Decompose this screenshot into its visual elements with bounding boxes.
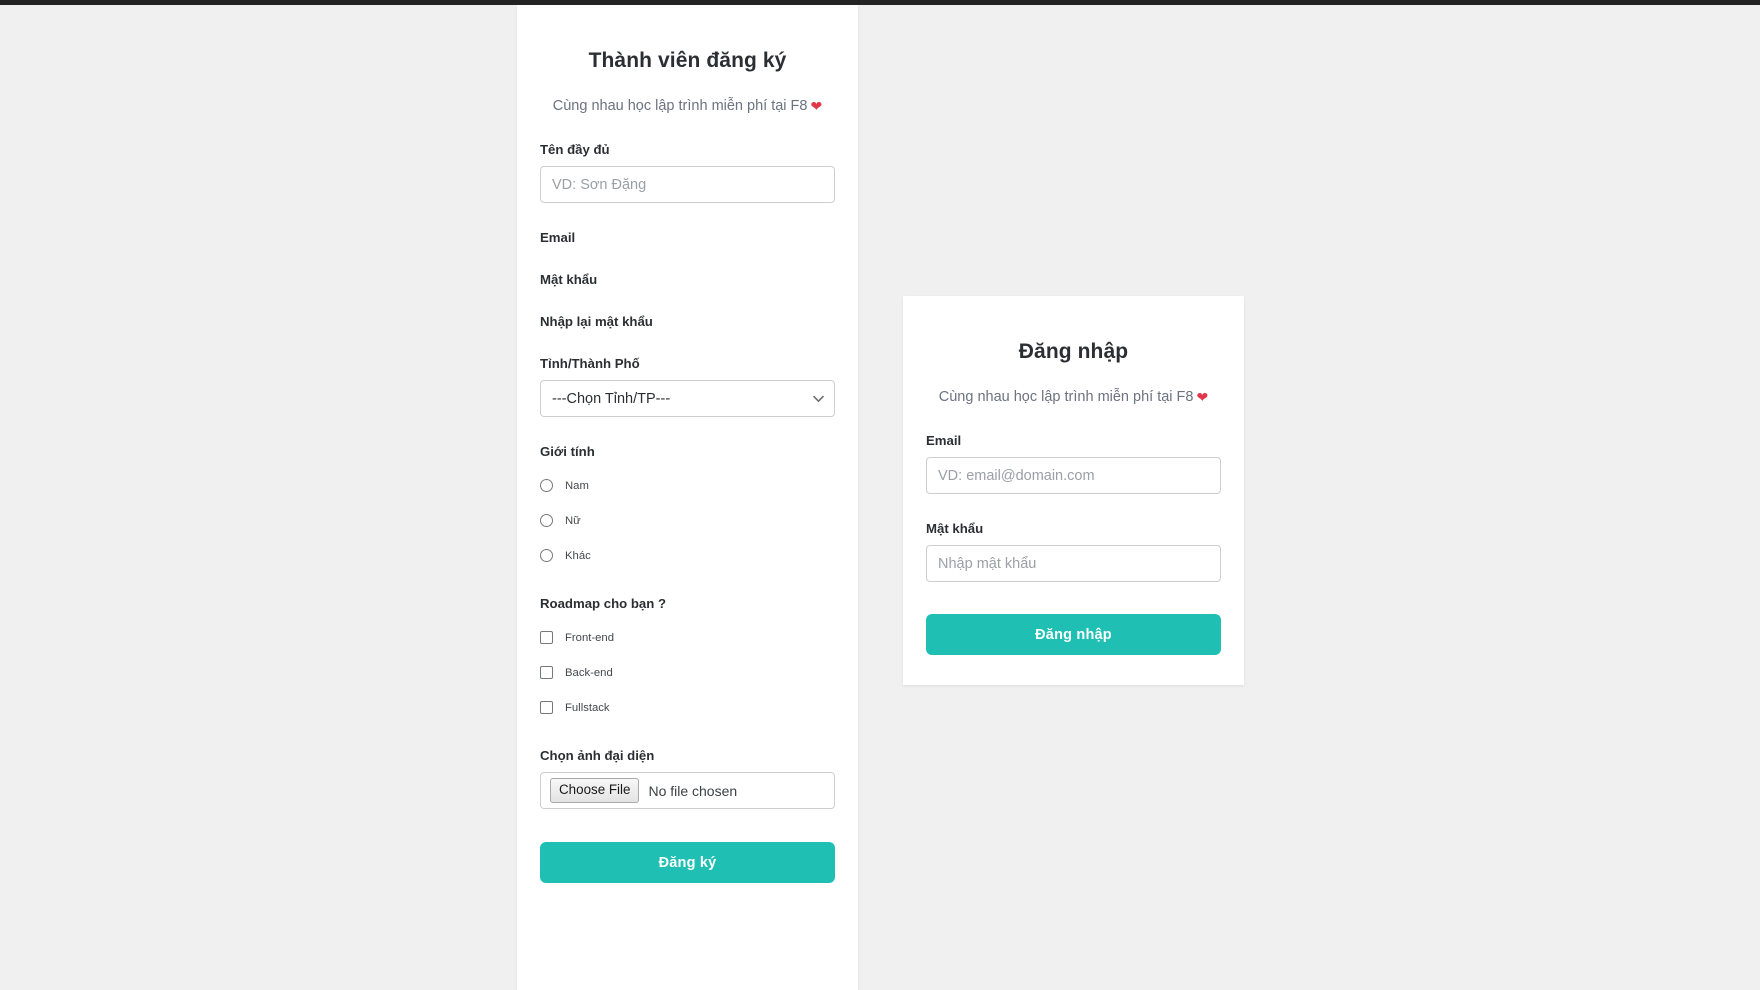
radio-icon-nu[interactable] bbox=[540, 514, 553, 527]
password-field-group: Mật khẩu bbox=[540, 272, 835, 287]
login-email-label: Email bbox=[926, 433, 962, 448]
register-submit-button[interactable]: Đăng ký bbox=[540, 842, 835, 883]
roadmap-option-label: Front-end bbox=[565, 631, 614, 644]
confirm-password-field-group: Nhập lại mật khẩu bbox=[540, 314, 835, 329]
register-card: Thành viên đăng ký Cùng nhau học lập trì… bbox=[517, 5, 858, 990]
roadmap-option-row[interactable]: Front-end bbox=[540, 631, 835, 644]
avatar-label: Chọn ảnh đại diện bbox=[540, 748, 655, 763]
roadmap-option-row[interactable]: Back-end bbox=[540, 666, 835, 679]
login-title: Đăng nhập bbox=[1018, 340, 1129, 363]
avatar-field-group: Chọn ảnh đại diện Choose File No file ch… bbox=[540, 748, 835, 809]
gender-option-row[interactable]: Khác bbox=[540, 549, 835, 562]
gender-option-row[interactable]: Nam bbox=[540, 479, 835, 492]
fullname-input[interactable] bbox=[540, 166, 835, 203]
roadmap-option-label: Back-end bbox=[565, 666, 613, 679]
login-password-input[interactable] bbox=[926, 545, 1221, 582]
login-email-input[interactable] bbox=[926, 457, 1221, 494]
browser-chrome-edge bbox=[0, 0, 1760, 5]
heart-icon: ❤ bbox=[1196, 389, 1209, 405]
avatar-file-input[interactable]: Choose File No file chosen bbox=[540, 772, 835, 809]
register-subtitle-text: Cùng nhau học lập trình miễn phí tại F8 bbox=[552, 98, 808, 114]
email-label: Email bbox=[540, 230, 576, 245]
register-subtitle: Cùng nhau học lập trình miễn phí tại F8 ❤ bbox=[540, 98, 835, 115]
heart-icon: ❤ bbox=[810, 98, 823, 114]
roadmap-field-group: Roadmap cho bạn ? Front-end Back-end Ful… bbox=[540, 596, 835, 714]
file-status-text: No file chosen bbox=[648, 782, 738, 799]
gender-option-label: Nữ bbox=[565, 514, 581, 527]
province-select-wrap: ---Chọn Tỉnh/TP--- bbox=[540, 380, 835, 417]
login-card: Đăng nhập Cùng nhau học lập trình miễn p… bbox=[903, 296, 1244, 685]
gender-option-label: Nam bbox=[565, 479, 589, 492]
login-submit-button[interactable]: Đăng nhập bbox=[926, 614, 1221, 655]
login-email-field-group: Email bbox=[926, 433, 1221, 494]
login-password-field-group: Mật khẩu bbox=[926, 521, 1221, 582]
register-title: Thành viên đăng ký bbox=[588, 49, 787, 72]
radio-icon-khac[interactable] bbox=[540, 549, 553, 562]
fullname-label: Tên đầy đủ bbox=[540, 142, 610, 157]
gender-option-label: Khác bbox=[565, 549, 591, 562]
radio-icon-nam[interactable] bbox=[540, 479, 553, 492]
province-label: Tỉnh/Thành Phố bbox=[540, 356, 640, 371]
password-label: Mật khẩu bbox=[540, 272, 598, 287]
confirm-password-label: Nhập lại mật khẩu bbox=[540, 314, 653, 329]
roadmap-label: Roadmap cho bạn ? bbox=[540, 596, 667, 611]
fullname-field-group: Tên đầy đủ bbox=[540, 142, 835, 203]
province-field-group: Tỉnh/Thành Phố ---Chọn Tỉnh/TP--- bbox=[540, 356, 835, 417]
gender-option-row[interactable]: Nữ bbox=[540, 514, 835, 527]
gender-label: Giới tính bbox=[540, 444, 595, 459]
province-select[interactable]: ---Chọn Tỉnh/TP--- bbox=[540, 380, 835, 417]
roadmap-option-label: Fullstack bbox=[565, 701, 610, 714]
roadmap-option-row[interactable]: Fullstack bbox=[540, 701, 835, 714]
page-root: Thành viên đăng ký Cùng nhau học lập trì… bbox=[0, 0, 1760, 990]
choose-file-button[interactable]: Choose File bbox=[550, 778, 640, 803]
checkbox-icon-backend[interactable] bbox=[540, 666, 553, 679]
checkbox-icon-frontend[interactable] bbox=[540, 631, 553, 644]
checkbox-icon-fullstack[interactable] bbox=[540, 701, 553, 714]
login-password-label: Mật khẩu bbox=[926, 521, 984, 536]
gender-field-group: Giới tính Nam Nữ Khác bbox=[540, 444, 835, 562]
login-subtitle: Cùng nhau học lập trình miễn phí tại F8 ❤ bbox=[926, 389, 1221, 406]
email-field-group: Email bbox=[540, 230, 835, 245]
login-subtitle-text: Cùng nhau học lập trình miễn phí tại F8 bbox=[938, 389, 1194, 405]
